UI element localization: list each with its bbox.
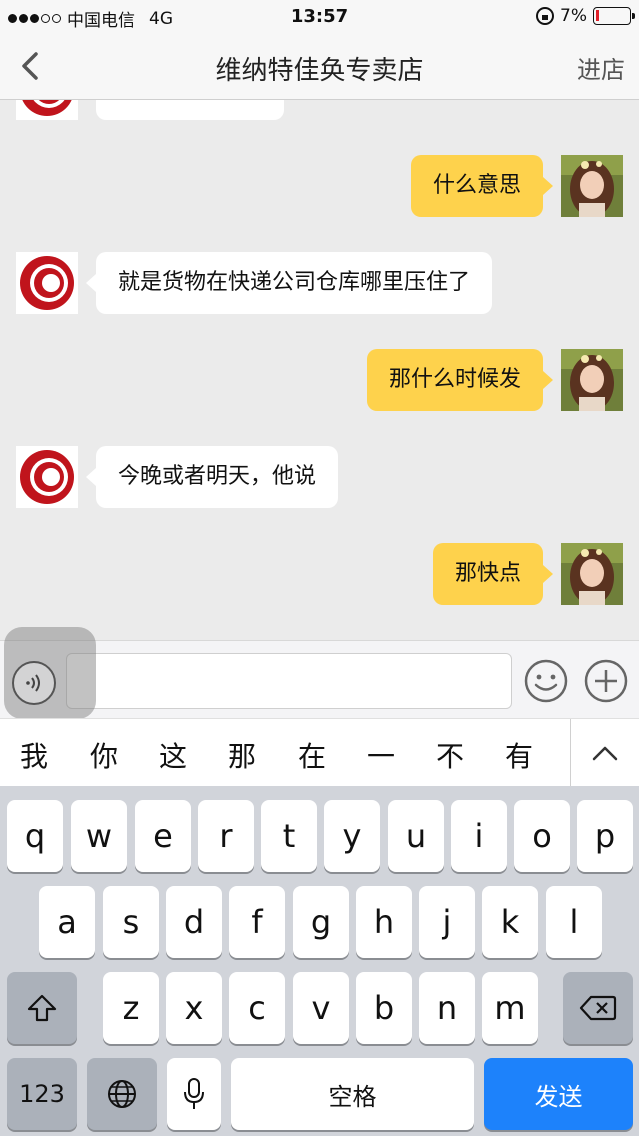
battery-percent: 7% [560,6,587,26]
user-photo-icon [561,155,623,217]
key-m[interactable]: m [482,972,538,1044]
dictation-key[interactable] [167,1058,221,1130]
user-photo-icon [561,349,623,411]
key-s[interactable]: s [103,886,159,958]
key-n[interactable]: n [419,972,475,1044]
key-d[interactable]: d [166,886,222,958]
shop-avatar[interactable] [16,252,78,314]
page-title: 维纳特佳奂专卖店 [215,56,424,86]
candidate-word[interactable]: 有 [505,735,533,775]
key-j[interactable]: j [419,886,475,958]
status-bar: 中国电信 4G 13:57 7% [0,0,639,34]
key-l[interactable]: l [546,886,602,958]
keyboard: q w e r t y u i o p a s d f g h j k l z … [0,786,639,1136]
chevron-up-icon [592,746,618,761]
numbers-key[interactable]: 123 [7,1058,77,1130]
emoji-button[interactable] [524,659,568,703]
candidate-word[interactable]: 你 [90,735,118,775]
key-w[interactable]: w [71,800,127,872]
key-u[interactable]: u [388,800,444,872]
voice-button[interactable] [4,627,96,719]
candidate-word[interactable]: 在 [298,735,326,775]
key-v[interactable]: v [293,972,349,1044]
more-button[interactable] [584,659,628,703]
user-avatar[interactable] [561,155,623,217]
key-x[interactable]: x [166,972,222,1044]
message-bubble-outgoing[interactable]: 那什么时候发 [366,349,554,411]
message-bubble-outgoing[interactable]: 什么意思 [410,155,554,217]
key-t[interactable]: t [261,800,317,872]
globe-key[interactable] [87,1058,157,1130]
voice-icon [12,661,56,705]
key-h[interactable]: h [356,886,412,958]
shop-logo-icon [20,450,74,504]
message-input[interactable] [66,653,512,709]
chat-list[interactable]: 什么意思 就是货物在快递公司仓库哪里压住了 那什么时候发 今晚或者明天，他说 那… [0,100,639,640]
expand-candidates-button[interactable] [570,719,639,787]
key-c[interactable]: c [229,972,285,1044]
key-k[interactable]: k [482,886,538,958]
key-e[interactable]: e [135,800,191,872]
key-z[interactable]: z [103,972,159,1044]
enter-shop-button[interactable]: 进店 [577,50,625,85]
shift-icon [27,994,57,1022]
shop-avatar[interactable] [16,446,78,508]
user-photo-icon [561,543,623,605]
status-right: 7% [536,6,635,26]
message-bubble-incoming[interactable] [96,100,284,120]
plus-circle-icon [584,659,628,703]
battery-icon [593,7,635,25]
key-p[interactable]: p [577,800,633,872]
user-avatar[interactable] [561,349,623,411]
key-g[interactable]: g [293,886,349,958]
key-y[interactable]: y [324,800,380,872]
globe-icon [108,1080,136,1108]
nav-bar: 维纳特佳奂专卖店 进店 [0,34,639,100]
shop-logo-icon [22,100,72,116]
shift-key[interactable] [7,972,77,1044]
space-key[interactable]: 空格 [231,1058,474,1130]
input-bar [0,627,639,719]
candidate-word[interactable]: 这 [159,735,187,775]
send-key[interactable]: 发送 [484,1058,633,1130]
delete-key[interactable] [563,972,633,1044]
key-o[interactable]: o [514,800,570,872]
candidate-word[interactable]: 那 [228,735,256,775]
candidate-word[interactable]: 一 [367,735,395,775]
microphone-icon [184,1078,204,1109]
key-b[interactable]: b [356,972,412,1044]
message-bubble-incoming[interactable]: 就是货物在快递公司仓库哪里压住了 [85,252,493,314]
smiley-icon [524,659,568,703]
user-avatar[interactable] [561,543,623,605]
message-bubble-outgoing[interactable]: 那快点 [432,543,554,605]
backspace-icon [579,995,617,1021]
key-f[interactable]: f [229,886,285,958]
key-r[interactable]: r [198,800,254,872]
key-i[interactable]: i [451,800,507,872]
key-a[interactable]: a [39,886,95,958]
rotation-lock-icon [536,7,555,25]
key-q[interactable]: q [7,800,63,872]
candidate-bar: 我 你 这 那 在 一 不 有 [0,718,639,787]
candidate-word[interactable]: 不 [436,735,464,775]
shop-logo-icon [20,256,74,310]
candidate-word[interactable]: 我 [20,735,48,775]
shop-avatar[interactable] [16,100,78,120]
message-bubble-incoming[interactable]: 今晚或者明天，他说 [85,446,339,508]
